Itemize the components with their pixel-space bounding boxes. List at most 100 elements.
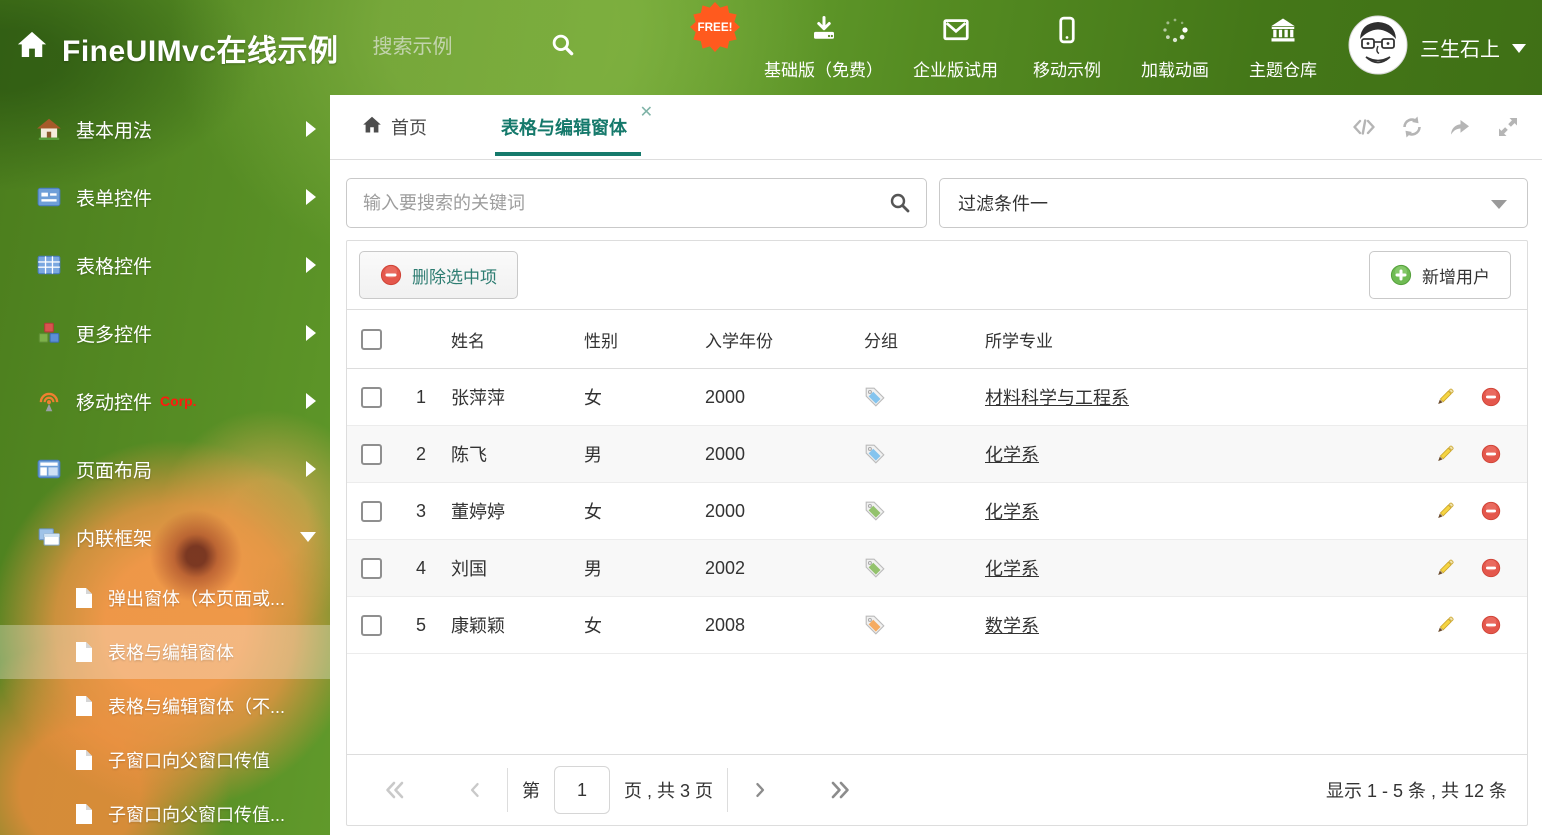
brand[interactable]: FineUIMvc在线示例 xyxy=(16,26,339,70)
nav-mobile-demo[interactable]: 移动示例 xyxy=(1028,15,1106,81)
major-link[interactable]: 化学系 xyxy=(985,445,1039,465)
edit-pencil-icon[interactable] xyxy=(1435,444,1455,464)
tab-grid-edit-window[interactable]: 表格与编辑窗体 ✕ xyxy=(475,95,661,159)
major-link[interactable]: 化学系 xyxy=(985,559,1039,579)
tag-icon[interactable] xyxy=(864,443,886,465)
select-all-checkbox[interactable] xyxy=(361,328,382,350)
sidebar-item-form-controls[interactable]: 表单控件 xyxy=(0,163,330,231)
chevron-right-icon xyxy=(306,461,316,477)
source-code-icon[interactable] xyxy=(1352,115,1376,139)
cell-year: 2000 xyxy=(705,500,746,521)
sidebar-item-basic-usage[interactable]: 基本用法 xyxy=(0,95,330,163)
open-new-window-icon[interactable] xyxy=(1448,115,1472,139)
col-header-group[interactable]: 分组 xyxy=(860,327,979,352)
edit-pencil-icon[interactable] xyxy=(1435,501,1455,521)
major-link[interactable]: 材料科学与工程系 xyxy=(985,388,1129,408)
search-icon[interactable] xyxy=(550,32,576,63)
delete-row-icon[interactable] xyxy=(1481,501,1501,521)
plus-circle-icon xyxy=(1390,264,1412,286)
sidebar-item-iframe[interactable]: 内联框架 xyxy=(0,503,330,571)
record-count-summary: 显示 1 - 5 条 , 共 12 条 xyxy=(1325,781,1507,801)
nav-loading-animation[interactable]: 加载动画 xyxy=(1136,15,1214,81)
mobile-icon xyxy=(1052,15,1082,50)
home-icon xyxy=(16,29,48,66)
sidebar-subitem-popup-window[interactable]: 弹出窗体（本页面或... xyxy=(0,571,330,625)
fullscreen-icon[interactable] xyxy=(1496,115,1520,139)
nav-theme-store[interactable]: 主题仓库 xyxy=(1244,15,1322,81)
prev-page-button[interactable] xyxy=(457,772,493,808)
delete-row-icon[interactable] xyxy=(1481,558,1501,578)
last-page-button[interactable] xyxy=(822,772,858,808)
search-icon[interactable] xyxy=(888,191,912,215)
sidebar-item-grid-controls[interactable]: 表格控件 xyxy=(0,231,330,299)
delete-selected-button[interactable]: 删除选中项 xyxy=(359,251,518,299)
cell-year: 2008 xyxy=(705,614,746,635)
file-icon xyxy=(74,587,94,609)
file-icon xyxy=(74,695,94,717)
sidebar-item-page-layout[interactable]: 页面布局 xyxy=(0,435,330,503)
col-header-major[interactable]: 所学专业 xyxy=(979,327,1409,352)
row-checkbox[interactable] xyxy=(361,614,382,636)
add-user-button[interactable]: 新增用户 xyxy=(1369,251,1511,299)
row-checkbox[interactable] xyxy=(361,557,382,579)
filter-dropdown[interactable]: 过滤条件一 xyxy=(939,178,1528,228)
tag-icon[interactable] xyxy=(864,614,886,636)
delete-row-icon[interactable] xyxy=(1481,444,1501,464)
table-header-row: 姓名 性别 入学年份 分组 所学专业 xyxy=(347,310,1527,369)
grid-panel: 删除选中项 新增用户 姓名 性别 入学年份 分组 所学专业 1 张萍萍 女 20… xyxy=(346,240,1528,826)
user-name: 三生石上 xyxy=(1420,39,1500,61)
close-icon[interactable]: ✕ xyxy=(640,105,653,121)
cell-name: 康颖颖 xyxy=(451,616,505,636)
col-header-year[interactable]: 入学年份 xyxy=(699,327,860,352)
tab-toolbar xyxy=(1352,95,1542,159)
search-filter-row: 过滤条件一 xyxy=(346,178,1528,228)
home-icon xyxy=(362,115,382,140)
sidebar-subitem-grid-edit-window[interactable]: 表格与编辑窗体 xyxy=(0,625,330,679)
col-header-gender[interactable]: 性别 xyxy=(580,327,699,352)
filter-dropdown-value: 过滤条件一 xyxy=(958,194,1048,214)
row-checkbox[interactable] xyxy=(361,500,382,522)
delete-row-icon[interactable] xyxy=(1481,387,1501,407)
delete-row-icon[interactable] xyxy=(1481,615,1501,635)
edit-pencil-icon[interactable] xyxy=(1435,387,1455,407)
table-row: 3 董婷婷 女 2000 化学系 xyxy=(347,483,1527,540)
nav-basic-free[interactable]: 基础版（免费） xyxy=(764,15,883,81)
row-checkbox[interactable] xyxy=(361,386,382,408)
keyword-search-input[interactable] xyxy=(347,179,926,227)
nav-enterprise-trial[interactable]: 企业版试用 xyxy=(913,15,998,81)
tag-icon[interactable] xyxy=(864,557,886,579)
envelope-icon xyxy=(941,15,971,50)
cell-name: 董婷婷 xyxy=(451,502,505,522)
chevron-down-icon xyxy=(1491,200,1507,209)
nav-label: 基础版（免费） xyxy=(764,60,883,80)
first-page-button[interactable] xyxy=(377,772,413,808)
sidebar-item-more-controls[interactable]: 更多控件 xyxy=(0,299,330,367)
table-row: 4 刘国 男 2002 化学系 xyxy=(347,540,1527,597)
sidebar-item-mobile-controls[interactable]: 移动控件 Corp. xyxy=(0,367,330,435)
next-page-button[interactable] xyxy=(742,772,778,808)
chevron-right-icon xyxy=(306,325,316,341)
sidebar-subitem-grid-edit-window-2[interactable]: 表格与编辑窗体（不... xyxy=(0,679,330,733)
table-row: 2 陈飞 男 2000 化学系 xyxy=(347,426,1527,483)
nav-label: 企业版试用 xyxy=(913,60,998,80)
major-link[interactable]: 数学系 xyxy=(985,616,1039,636)
minus-circle-icon xyxy=(380,264,402,286)
page-number-input[interactable] xyxy=(554,766,610,814)
app-title: FineUIMvc在线示例 xyxy=(62,34,339,68)
col-header-name[interactable]: 姓名 xyxy=(443,327,580,352)
edit-pencil-icon[interactable] xyxy=(1435,615,1455,635)
row-checkbox[interactable] xyxy=(361,443,382,465)
tab-home[interactable]: 首页 xyxy=(336,95,453,159)
sidebar-subitem-child-to-parent[interactable]: 子窗口向父窗口传值 xyxy=(0,733,330,787)
user-menu[interactable]: 三生石上 xyxy=(1348,15,1526,80)
sidebar: 基本用法 表单控件 表格控件 更多控件 移动控件 Corp. 页面布局 内联框架… xyxy=(0,95,330,835)
file-icon xyxy=(74,641,94,663)
edit-pencil-icon[interactable] xyxy=(1435,558,1455,578)
app-header: FineUIMvc在线示例 FREE! 基础版（免费） xyxy=(0,0,1542,95)
major-link[interactable]: 化学系 xyxy=(985,502,1039,522)
sidebar-subitem-child-to-parent-2[interactable]: 子窗口向父窗口传值... xyxy=(0,787,330,835)
header-search-input[interactable] xyxy=(370,35,550,60)
tag-icon[interactable] xyxy=(864,500,886,522)
tag-icon[interactable] xyxy=(864,386,886,408)
refresh-icon[interactable] xyxy=(1400,115,1424,139)
